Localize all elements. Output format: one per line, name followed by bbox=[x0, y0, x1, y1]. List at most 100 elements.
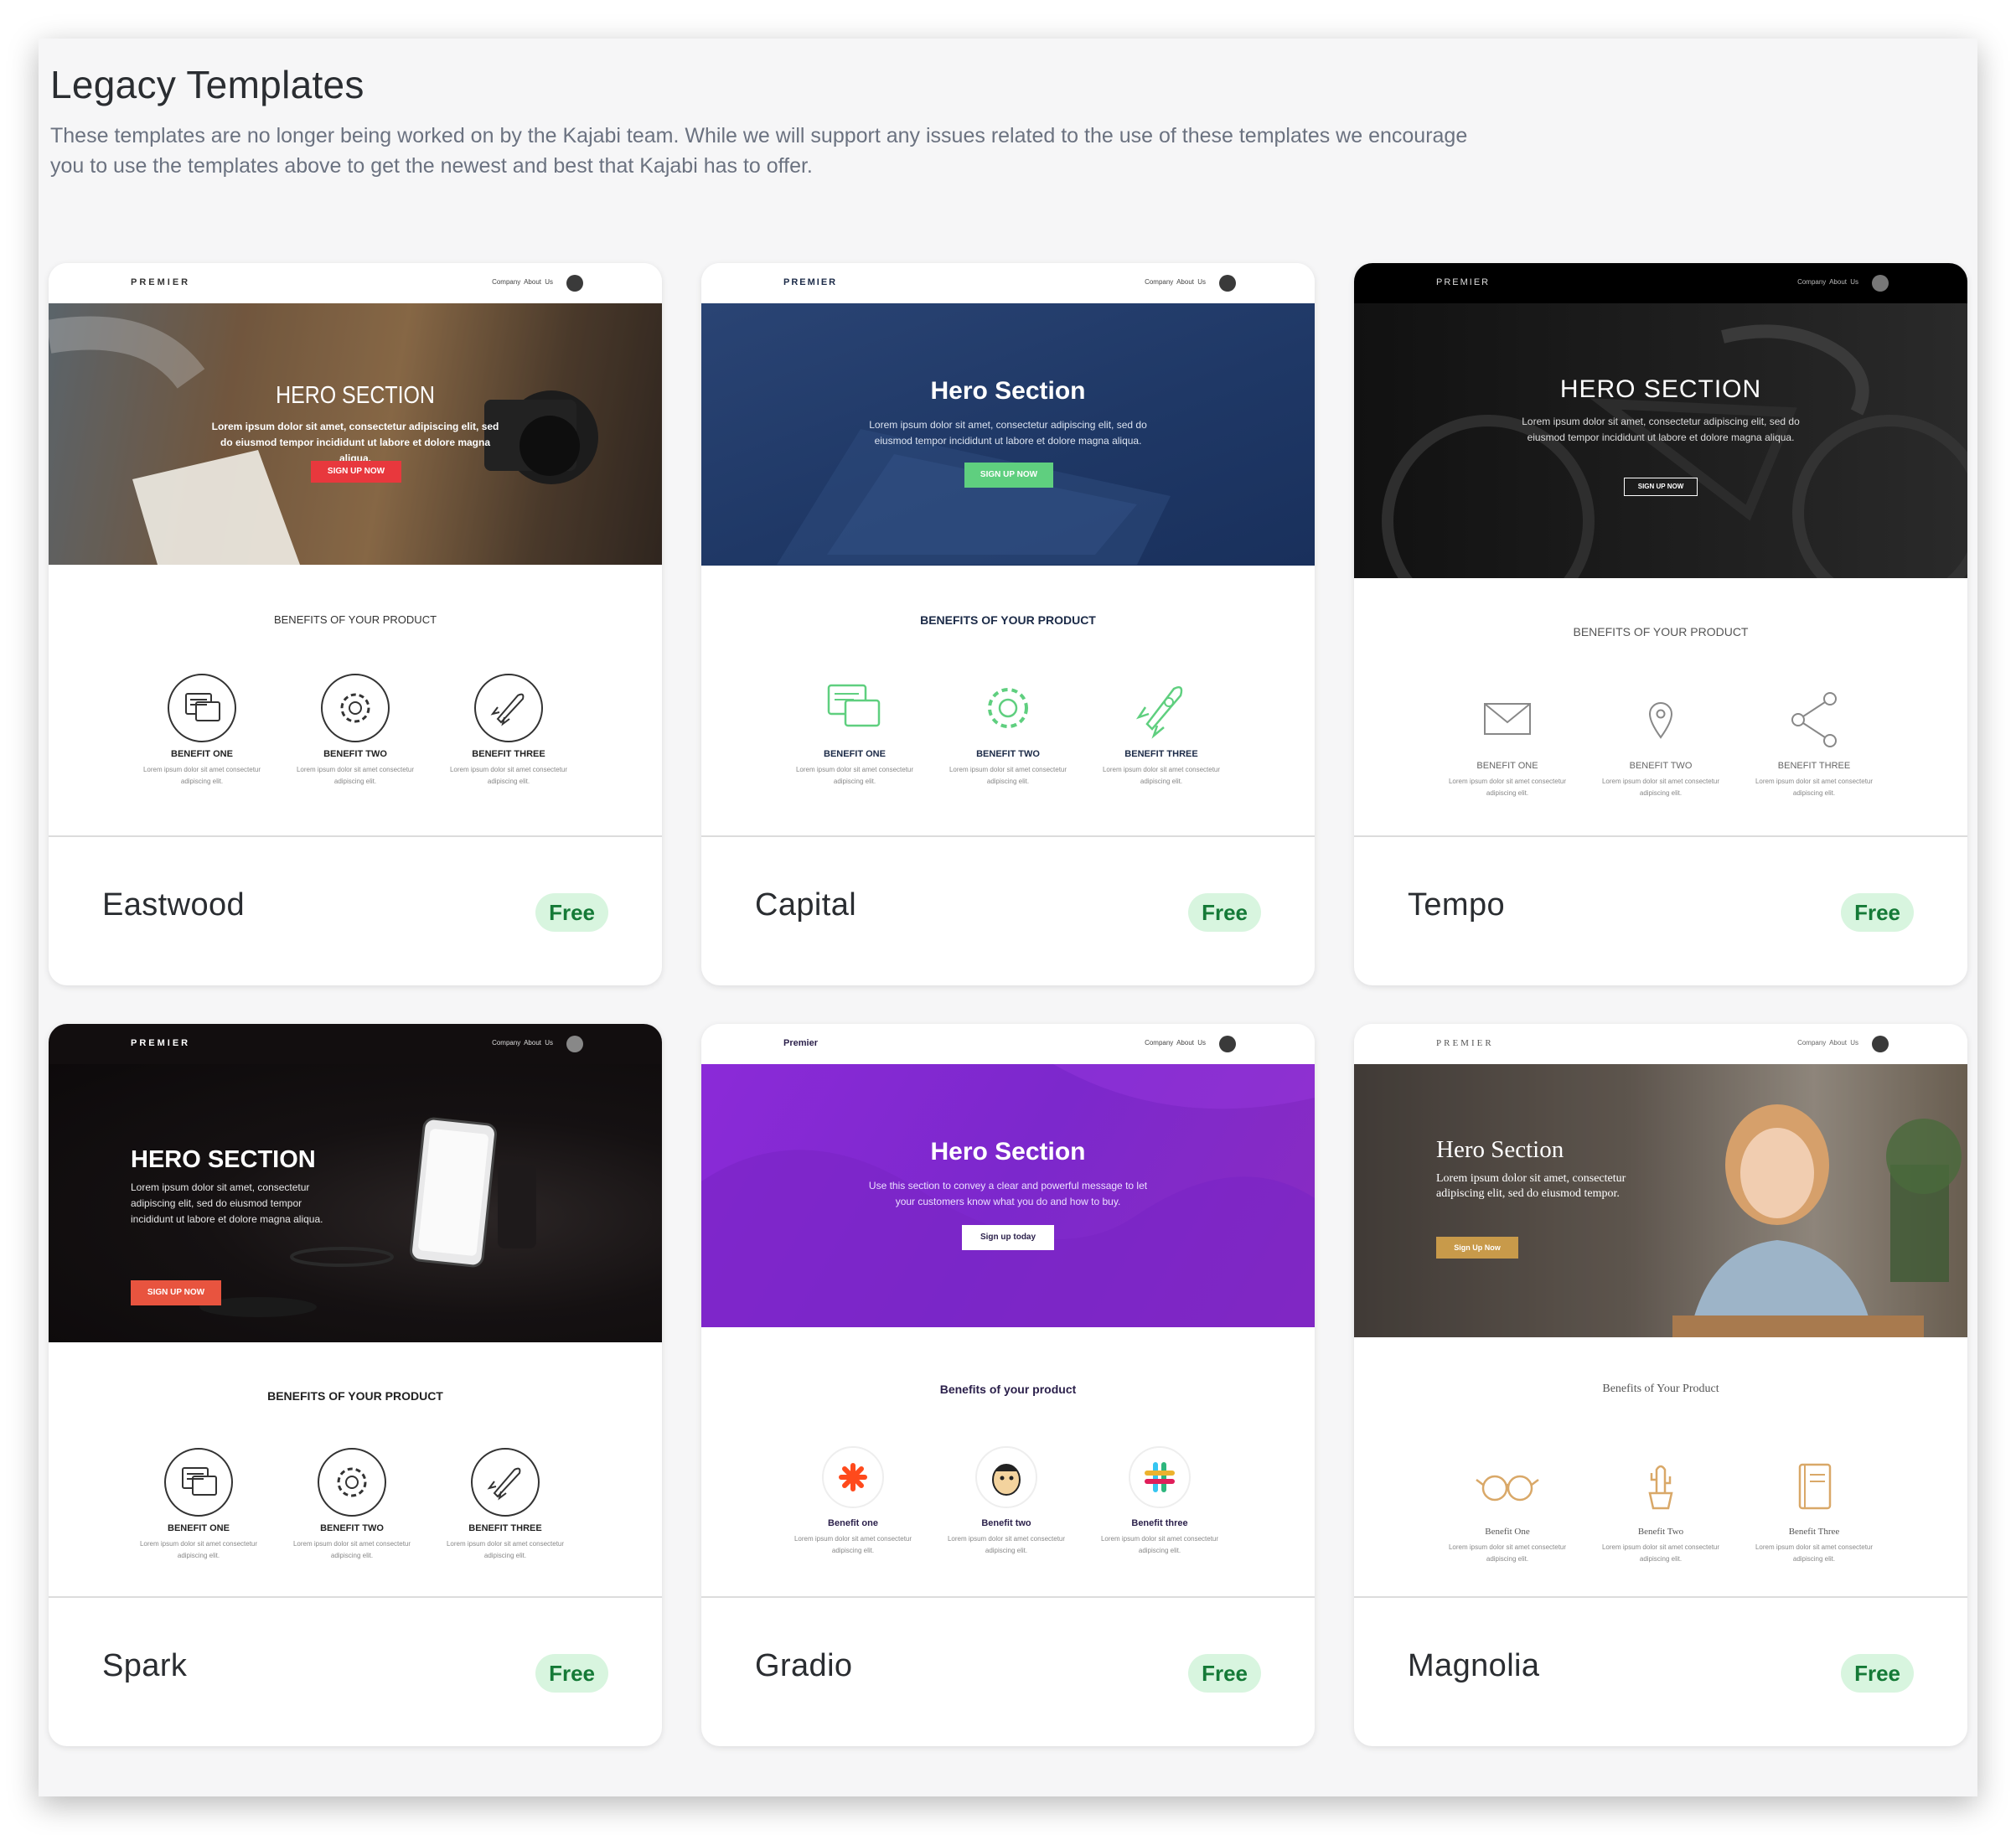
benefit-text: Lorem ipsum dolor sit amet consectetur a… bbox=[449, 766, 568, 785]
template-card-gradio[interactable]: Premier Company About Us Hero Section Us… bbox=[701, 1024, 1315, 1746]
preview-nav-links: Company About Us bbox=[1145, 1039, 1206, 1047]
benefit-item: BENEFIT ONE Lorem ipsum dolor sit amet c… bbox=[127, 1448, 270, 1562]
card-divider bbox=[1354, 835, 1967, 837]
asterisk-logo-icon bbox=[822, 1446, 884, 1508]
benefit-label: BENEFIT THREE bbox=[1777, 761, 1851, 771]
benefit-text: Lorem ipsum dolor sit amet consectetur a… bbox=[1448, 778, 1567, 797]
preview-avatar bbox=[1219, 275, 1236, 292]
template-card-capital[interactable]: PREMIER Company About Us Hero Section Lo… bbox=[701, 263, 1315, 985]
template-preview[interactable]: Premier Company About Us Hero Section Us… bbox=[701, 1024, 1315, 1596]
preview-cta-button: Sign Up Now bbox=[1436, 1237, 1518, 1259]
preview-benefits: Benefit One Lorem ipsum dolor sit amet c… bbox=[1436, 1451, 1885, 1565]
gear-icon bbox=[318, 1448, 386, 1517]
preview-benefits: BENEFIT ONE Lorem ipsum dolor sit amet c… bbox=[783, 674, 1233, 788]
benefit-item: Benefit three Lorem ipsum dolor sit amet… bbox=[1088, 1443, 1231, 1557]
preview-hero-text: Use this section to convey a clear and p… bbox=[868, 1180, 1148, 1207]
preview-logo: PREMIER bbox=[1436, 277, 1491, 287]
preview-nav-links: Company About Us bbox=[1145, 278, 1206, 286]
preview-logo: PREMIER bbox=[131, 277, 191, 287]
benefit-text: Lorem ipsum dolor sit amet consectetur a… bbox=[1448, 1543, 1567, 1563]
preview-benefits-title: BENEFITS OF YOUR PRODUCT bbox=[267, 1389, 443, 1403]
slack-logo-icon bbox=[1129, 1446, 1191, 1508]
preview-logo: PREMIER bbox=[131, 1038, 191, 1048]
benefit-item: Benefit Three Lorem ipsum dolor sit amet… bbox=[1743, 1451, 1885, 1565]
page-description: These templates are no longer being work… bbox=[50, 124, 1468, 178]
benefit-text: Lorem ipsum dolor sit amet consectetur a… bbox=[142, 766, 261, 785]
cactus-icon bbox=[1648, 1465, 1673, 1510]
benefit-item: BENEFIT THREE Lorem ipsum dolor sit amet… bbox=[1743, 685, 1885, 799]
benefit-label: BENEFIT THREE bbox=[472, 749, 545, 759]
card-divider bbox=[701, 835, 1315, 837]
preview-benefits-title: Benefits of Your Product bbox=[1602, 1383, 1719, 1395]
benefit-item: BENEFIT TWO Lorem ipsum dolor sit amet c… bbox=[284, 674, 426, 788]
preview-avatar bbox=[1872, 1036, 1889, 1052]
glasses-icon bbox=[1476, 1475, 1539, 1502]
preview-cta-button: SIGN UP NOW bbox=[964, 463, 1053, 488]
preview-nav-links: Company About Us bbox=[492, 1039, 553, 1047]
benefit-label: BENEFIT TWO bbox=[1629, 761, 1693, 771]
template-preview[interactable]: PREMIER Company About Us HERO SECTION Lo… bbox=[49, 263, 662, 835]
rocket-icon bbox=[1135, 686, 1183, 739]
envelope-icon bbox=[1484, 703, 1531, 735]
template-preview[interactable]: PREMIER Company About Us Hero Section Lo… bbox=[701, 263, 1315, 835]
benefit-text: Lorem ipsum dolor sit amet consectetur a… bbox=[1102, 766, 1221, 785]
preview-hero-title: HERO SECTION bbox=[131, 1146, 316, 1173]
preview-benefits-title: Benefits of your product bbox=[939, 1383, 1077, 1396]
preview-benefits-title: BENEFITS OF YOUR PRODUCT bbox=[920, 613, 1096, 627]
preview-hero: HERO SECTION Lorem ipsum dolor sit amet,… bbox=[49, 303, 662, 565]
benefit-item: Benefit one Lorem ipsum dolor sit amet c… bbox=[782, 1443, 924, 1557]
preview-hero-text: Lorem ipsum dolor sit amet, consectetur … bbox=[211, 421, 499, 464]
card-divider bbox=[1354, 1596, 1967, 1598]
benefit-label: Benefit three bbox=[1131, 1518, 1188, 1528]
preview-hero-text: Lorem ipsum dolor sit amet, consectetur … bbox=[131, 1181, 323, 1225]
chat-icon bbox=[164, 1448, 233, 1517]
template-card-tempo[interactable]: PREMIER Company About Us HERO SECTION Lo… bbox=[1354, 263, 1967, 985]
benefit-item: BENEFIT ONE Lorem ipsum dolor sit amet c… bbox=[131, 674, 273, 788]
benefit-text: Lorem ipsum dolor sit amet consectetur a… bbox=[292, 1540, 411, 1559]
benefit-item: BENEFIT TWO Lorem ipsum dolor sit amet c… bbox=[281, 1448, 423, 1562]
preview-avatar bbox=[1872, 275, 1889, 292]
benefit-label: Benefit Three bbox=[1788, 1527, 1840, 1537]
template-name: Capital bbox=[755, 887, 857, 923]
preview-nav-links: Company About Us bbox=[1797, 278, 1858, 286]
benefit-text: Lorem ipsum dolor sit amet consectetur a… bbox=[795, 766, 914, 785]
rocket-icon bbox=[471, 1448, 540, 1517]
template-name: Magnolia bbox=[1408, 1648, 1540, 1683]
template-card-eastwood[interactable]: PREMIER Company About Us HERO SECTION Lo… bbox=[49, 263, 662, 985]
benefit-item: BENEFIT TWO Lorem ipsum dolor sit amet c… bbox=[1590, 685, 1732, 799]
preview-hero: HERO SECTION Lorem ipsum dolor sit amet,… bbox=[1354, 303, 1967, 578]
preview-hero-title: Hero Section bbox=[930, 1138, 1086, 1166]
template-card-magnolia[interactable]: PREMIER Company About Us Hero Section Lo… bbox=[1354, 1024, 1967, 1746]
preview-logo: PREMIER bbox=[783, 277, 838, 287]
monkey-logo-icon bbox=[975, 1446, 1037, 1508]
benefit-label: BENEFIT THREE bbox=[468, 1523, 542, 1533]
preview-navbar: PREMIER Company About Us bbox=[701, 263, 1315, 303]
benefit-item: BENEFIT ONE Lorem ipsum dolor sit amet c… bbox=[1436, 685, 1579, 799]
price-badge: Free bbox=[1188, 893, 1261, 932]
template-card-spark[interactable]: PREMIER Company About Us HERO SECTION Lo… bbox=[49, 1024, 662, 1746]
preview-cta-button: SIGN UP NOW bbox=[1624, 478, 1698, 496]
template-name: Gradio bbox=[755, 1648, 853, 1683]
template-name: Eastwood bbox=[102, 887, 246, 923]
benefit-text: Lorem ipsum dolor sit amet consectetur a… bbox=[139, 1540, 258, 1559]
template-preview[interactable]: PREMIER Company About Us Hero Section Lo… bbox=[1354, 1024, 1967, 1596]
chat-icon bbox=[168, 674, 236, 742]
preview-hero: Hero Section Use this section to convey … bbox=[701, 1064, 1315, 1327]
preview-avatar bbox=[566, 275, 583, 292]
preview-benefits: BENEFIT ONE Lorem ipsum dolor sit amet c… bbox=[127, 1448, 576, 1562]
preview-benefits-title: BENEFITS OF YOUR PRODUCT bbox=[273, 613, 437, 626]
template-preview[interactable]: PREMIER Company About Us HERO SECTION Lo… bbox=[49, 1024, 662, 1596]
benefit-text: Lorem ipsum dolor sit amet consectetur a… bbox=[296, 766, 415, 785]
benefit-label: Benefit One bbox=[1485, 1527, 1530, 1537]
preview-cta-button: SIGN UP NOW bbox=[131, 1280, 221, 1305]
preview-hero: HERO SECTION Lorem ipsum dolor sit amet,… bbox=[49, 1064, 662, 1342]
benefit-item: Benefit Two Lorem ipsum dolor sit amet c… bbox=[1590, 1451, 1732, 1565]
benefit-label: BENEFIT TWO bbox=[320, 1523, 384, 1533]
price-badge: Free bbox=[1841, 893, 1914, 932]
preview-navbar: Premier Company About Us bbox=[701, 1024, 1315, 1064]
benefit-item: Benefit One Lorem ipsum dolor sit amet c… bbox=[1436, 1451, 1579, 1565]
card-divider bbox=[49, 835, 662, 837]
preview-logo: PREMIER bbox=[1436, 1038, 1494, 1048]
preview-avatar bbox=[1219, 1036, 1236, 1052]
template-preview[interactable]: PREMIER Company About Us HERO SECTION Lo… bbox=[1354, 263, 1967, 835]
